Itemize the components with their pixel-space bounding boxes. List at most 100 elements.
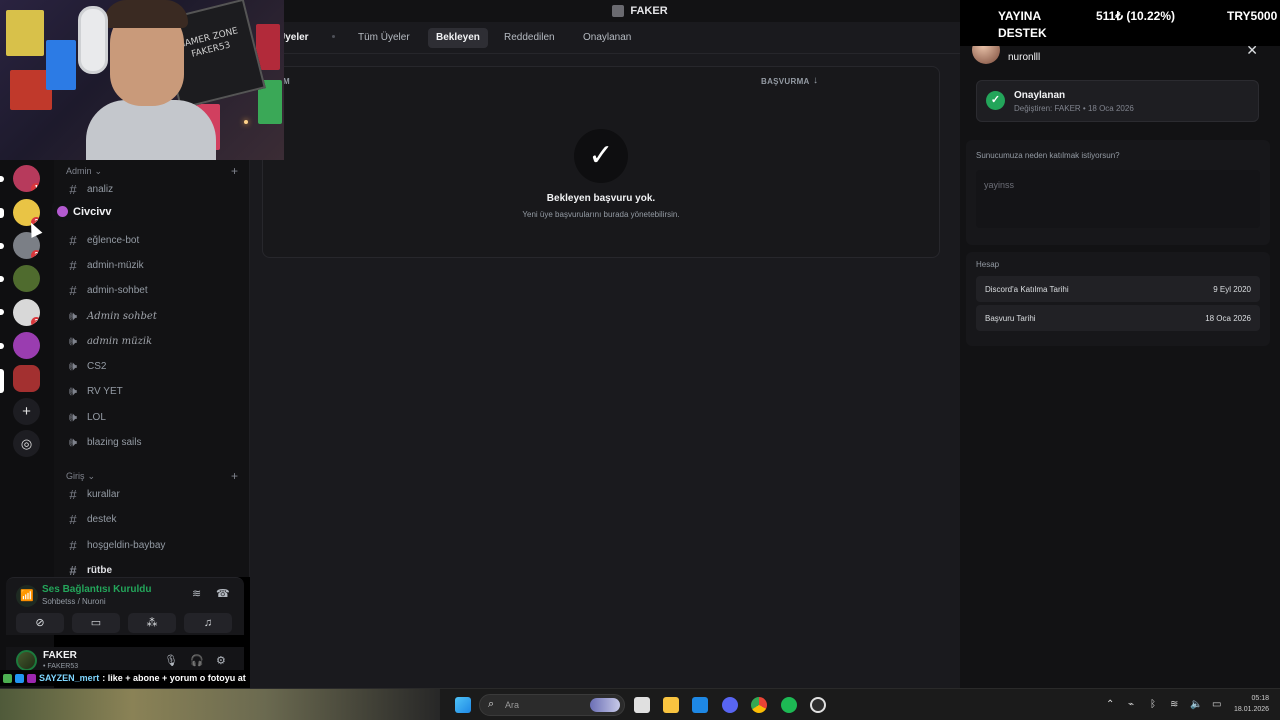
chat-username: SAYZEN_mert — [39, 673, 100, 683]
store-icon[interactable] — [692, 697, 708, 713]
voice-rv-yet[interactable]: 🕪 RV YET — [66, 380, 241, 402]
app-icon — [612, 5, 625, 17]
speaker-icon: 🕪 — [68, 333, 78, 348]
application-question: Sunucumuza neden katılmak istiyorsun? ya… — [966, 140, 1270, 245]
server-status-icon — [57, 206, 68, 217]
unread-pill — [0, 309, 4, 315]
clock-date: 18.01.2026 — [1234, 706, 1270, 713]
sort-arrow-icon[interactable]: ↓ — [813, 75, 818, 86]
discord-icon[interactable] — [722, 697, 738, 713]
activities-icon[interactable]: ⁂ — [128, 613, 176, 633]
server-icon[interactable] — [13, 365, 40, 392]
channel-label: admin müzik — [87, 335, 153, 347]
network-icon[interactable]: ⌁ — [1128, 699, 1134, 710]
avatar[interactable] — [16, 650, 37, 671]
members-main: Üyeler Tüm Üyeler Bekleyen Reddedilen On… — [250, 22, 960, 688]
status-meta: Değiştiren: FAKER • 18 Oca 2026 — [1014, 104, 1134, 113]
start-icon[interactable] — [455, 697, 471, 713]
server-icon[interactable]: 3 — [13, 299, 40, 326]
disconnect-icon[interactable]: ☎ — [216, 587, 230, 600]
speaker-icon: 🕪 — [68, 358, 78, 373]
chat-message: : like + abone + yorum o fotoyu at — [102, 673, 246, 683]
channel-analiz[interactable]: # analiz — [66, 178, 241, 200]
selected-pill — [0, 208, 4, 218]
channel-label: blazing sails — [87, 436, 142, 448]
headphones-icon[interactable]: 🎧 — [190, 654, 204, 667]
server-icon[interactable] — [13, 265, 40, 292]
volume-icon[interactable]: 🔈 — [1190, 699, 1202, 710]
voice-admin-sohbet[interactable]: 🕪 Admin sohbet — [66, 305, 241, 327]
voice-cs2[interactable]: 🕪 CS2 — [66, 355, 241, 377]
channel-eglence-bot[interactable]: # eğlence-bot — [66, 229, 241, 251]
status-changed-by: Değiştiren: FAKER — [1014, 104, 1081, 113]
column-header-application[interactable]: BAŞVURMA — [761, 77, 810, 86]
search-highlight-icon — [590, 698, 620, 712]
server-icon[interactable] — [13, 332, 40, 359]
speaker-icon: 🕪 — [68, 308, 78, 323]
taskbar-clock[interactable]: 05:18 18.01.2026 — [1234, 693, 1269, 715]
account-section: Hesap Discord'a Katılma Tarihi 9 Eyl 202… — [966, 252, 1270, 346]
chevron-up-icon[interactable]: ⌃ — [1106, 699, 1114, 710]
channel-hosgeldin[interactable]: # hoşgeldin-baybay — [66, 534, 241, 556]
channel-admin-sohbet[interactable]: # admin-sohbet — [66, 279, 241, 301]
column-header-member[interactable]: M — [283, 77, 290, 86]
badge-icon — [15, 673, 24, 683]
add-channel-icon[interactable]: + — [231, 469, 238, 483]
tab-approved[interactable]: Onaylanan — [575, 28, 639, 48]
category-admin[interactable]: Admin ⌄ + — [66, 164, 238, 178]
obs-icon[interactable] — [810, 697, 826, 713]
soundboard-icon[interactable]: ♫ — [184, 613, 232, 633]
mention-badge: 1 — [31, 183, 40, 192]
server-icon[interactable]: 1 — [13, 165, 40, 192]
gear-icon[interactable]: ⚙ — [216, 654, 226, 667]
voice-location[interactable]: Sohbetss / Nuroni — [42, 597, 106, 606]
pending-applications-panel: M BAŞVURMA ↓ ✓ Bekleyen başvuru yok. Yen… — [262, 66, 940, 258]
empty-state-subtitle: Yeni üye başvurularını burada yönetebili… — [522, 210, 680, 219]
voice-lol[interactable]: 🕪 LOL — [66, 406, 241, 428]
task-view-icon[interactable] — [634, 697, 650, 713]
unread-pill — [0, 176, 4, 182]
channel-label: hoşgeldin-baybay — [87, 539, 166, 551]
check-circle-icon: ✓ — [986, 91, 1005, 110]
voice-blazing-sails[interactable]: 🕪 blazing sails — [66, 431, 241, 453]
battery-icon[interactable]: ▭ — [1212, 699, 1221, 710]
chevron-down-icon: ⌄ — [87, 470, 96, 481]
active-pill — [0, 369, 4, 393]
bluetooth-icon[interactable]: ᛒ — [1150, 699, 1156, 710]
microphone-icon[interactable]: 🎙 — [164, 654, 178, 667]
question-label: Sunucumuza neden katılmak istiyorsun? — [976, 151, 1120, 160]
hash-icon: # — [69, 537, 77, 553]
camera-off-icon[interactable]: ⊘ — [16, 613, 64, 633]
hash-icon: # — [69, 282, 77, 298]
channel-destek[interactable]: # destek — [66, 508, 241, 530]
channel-label: admin-müzik — [87, 259, 144, 271]
chrome-icon[interactable] — [751, 697, 767, 713]
spotify-icon[interactable] — [781, 697, 797, 713]
category-giris[interactable]: Giriş ⌄ + — [66, 469, 238, 483]
speaker-icon: 🕪 — [68, 383, 78, 398]
file-explorer-icon[interactable] — [663, 697, 679, 713]
screen-share-icon[interactable]: ▭ — [72, 613, 120, 633]
speaker-icon: 🕪 — [68, 434, 78, 449]
add-channel-icon[interactable]: + — [231, 164, 238, 178]
channel-kurallar-giris[interactable]: # kurallar — [66, 483, 241, 505]
voice-connection-panel: 📶 Ses Bağlantısı Kuruldu Sohbetss / Nuro… — [6, 577, 244, 635]
server-icon[interactable]: 2 — [13, 232, 40, 259]
channel-admin-muzik[interactable]: # admin-müzik — [66, 254, 241, 276]
wifi-icon[interactable]: ≋ — [1170, 699, 1178, 710]
donation-goal: TRY5000 — [1227, 9, 1278, 23]
add-server-icon[interactable]: + — [13, 398, 40, 425]
noise-suppression-icon[interactable]: ≋ — [192, 587, 201, 600]
voice-status[interactable]: Ses Bağlantısı Kuruldu — [42, 584, 151, 595]
speaker-icon: 🕪 — [68, 409, 78, 424]
question-answer: yayinss — [976, 170, 1260, 228]
voice-admin-muzik[interactable]: 🕪 admin müzik — [66, 330, 241, 352]
account-row-label: Discord'a Katılma Tarihi — [985, 284, 1069, 294]
account-row-value: 18 Oca 2026 — [1205, 313, 1251, 323]
taskbar-search[interactable]: ⌕ Ara — [479, 694, 625, 716]
tab-all-members[interactable]: Tüm Üyeler — [350, 28, 418, 48]
discover-icon[interactable]: ◎ — [13, 430, 40, 457]
tab-rejected[interactable]: Reddedilen — [496, 28, 563, 48]
channel-label: destek — [87, 513, 117, 525]
tab-pending[interactable]: Bekleyen — [428, 28, 488, 48]
